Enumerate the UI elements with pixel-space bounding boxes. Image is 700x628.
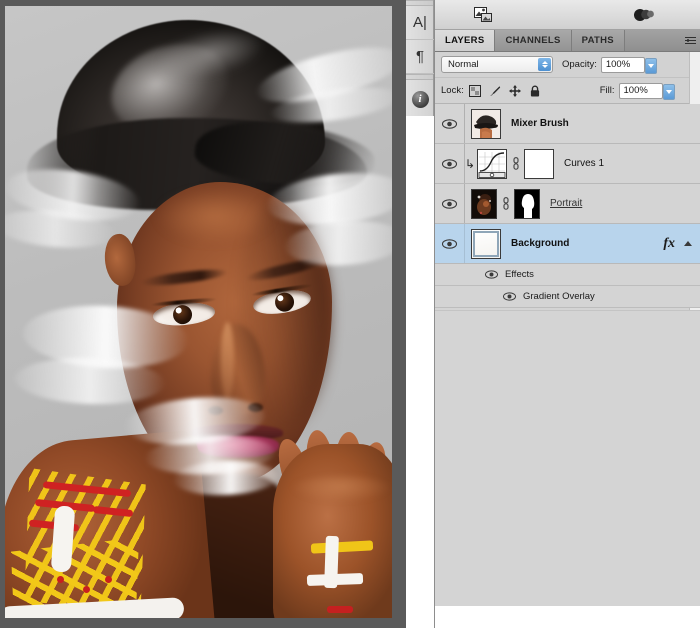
table-row[interactable]: Portrait (435, 184, 700, 224)
layer-name[interactable]: Background (511, 238, 569, 249)
blend-mode-row[interactable]: Normal Opacity: 100% (435, 52, 700, 78)
tab-layers-label: LAYERS (445, 35, 485, 46)
layer-name[interactable]: Portrait (550, 198, 582, 209)
layer-visibility-toggle[interactable] (435, 144, 465, 183)
tab-paths-label: PATHS (581, 35, 614, 46)
panel-menu-button[interactable] (679, 30, 700, 51)
portrait-artwork (5, 6, 392, 618)
lock-all-icon[interactable] (529, 84, 542, 97)
tab-layers[interactable]: LAYERS (435, 30, 496, 51)
clipping-mask-icon: ↳ (465, 156, 476, 171)
bodypaint-red-dot (105, 576, 112, 583)
layer-thumbnail[interactable] (471, 228, 501, 259)
panel-tab-bar[interactable]: LAYERS CHANNELS PATHS (435, 30, 700, 52)
tab-paths[interactable]: PATHS (571, 30, 625, 51)
opacity-label: Opacity: (562, 59, 597, 70)
forehead-highlight (155, 188, 275, 244)
layer-name[interactable]: Mixer Brush (511, 118, 569, 129)
list-item[interactable]: Gradient Overlay (435, 286, 700, 308)
layer-visibility-toggle[interactable] (435, 184, 465, 223)
eye-icon (442, 158, 457, 169)
iris-left (172, 304, 193, 325)
iris-right (273, 291, 296, 313)
gradient-overlay-visibility-toggle[interactable] (503, 292, 516, 301)
layer-list-empty-space[interactable] (435, 310, 700, 606)
layer-thumbnails[interactable] (465, 188, 540, 219)
panel-top-bar[interactable] (435, 0, 700, 30)
table-row[interactable]: ↳ Curves 1 (435, 144, 700, 184)
gradient-overlay-label: Gradient Overlay (523, 291, 595, 302)
info-icon-glyph: i (411, 90, 429, 108)
layer-visibility-toggle[interactable] (435, 224, 465, 263)
nose-highlight (221, 322, 234, 400)
hand-paint-white-horizontal (306, 573, 364, 586)
effects-visibility-toggle[interactable] (485, 270, 498, 279)
mini-bridge-icon[interactable] (471, 6, 497, 24)
document-canvas-area[interactable] (0, 0, 406, 628)
list-item[interactable]: Effects (435, 264, 700, 286)
fill-input[interactable]: 100% (618, 82, 675, 100)
layer-thumbnail[interactable] (471, 108, 501, 139)
layer-name[interactable]: Curves 1 (564, 158, 604, 169)
layer-visibility-toggle[interactable] (435, 104, 465, 143)
layer-list[interactable]: Mixer Brush ↳ Curves 1 Portrait Backgrou… (435, 104, 700, 310)
paragraph-icon-glyph: ¶ (415, 48, 425, 65)
link-layers-icon[interactable] (501, 197, 510, 211)
swatches-icon[interactable] (631, 6, 657, 24)
panel-bottom-strip (435, 606, 700, 628)
layer-thumbnails[interactable] (475, 148, 554, 179)
layer-thumbnail[interactable] (471, 188, 497, 219)
photoshop-screenshot: A| ¶ i LAYERS CHANNELS PATHS Normal Opac… (0, 0, 700, 628)
layer-thumbnails[interactable] (465, 228, 501, 259)
hand-paint-red (327, 606, 353, 613)
hand (273, 444, 392, 618)
opacity-input[interactable]: 100% (600, 56, 657, 74)
lock-position-icon[interactable] (509, 84, 522, 97)
chevron-up-icon[interactable] (684, 241, 692, 246)
character-panel-icon[interactable]: A| (406, 6, 434, 40)
bodypaint-red-dot (83, 586, 90, 593)
artwork-frame[interactable] (5, 6, 392, 618)
eye-icon (485, 270, 498, 279)
layer-effects-fx-icon[interactable]: fx (663, 236, 675, 252)
fill-value: 100% (623, 85, 648, 96)
tab-channels[interactable]: CHANNELS (495, 30, 572, 51)
character-icon-glyph: A| (413, 14, 427, 31)
knuckle-highlight (291, 476, 391, 502)
lock-buttons-group[interactable] (469, 84, 542, 97)
curves-adjustment-thumbnail[interactable] (477, 148, 507, 179)
lock-row[interactable]: Lock: Fill: 100% (435, 78, 700, 104)
table-row[interactable]: Background fx (435, 224, 700, 264)
effects-group-label: Effects (505, 269, 534, 280)
info-panel-icon[interactable]: i (406, 80, 434, 118)
blend-mode-stepper-icon[interactable] (538, 58, 551, 71)
panel-menu-dot (686, 39, 690, 42)
blend-mode-select[interactable]: Normal (441, 56, 553, 73)
table-row[interactable]: Mixer Brush (435, 104, 700, 144)
link-layers-icon[interactable] (511, 157, 520, 171)
blend-mode-value: Normal (448, 59, 479, 70)
eye-icon (442, 118, 457, 129)
lock-label: Lock: (441, 85, 464, 96)
paragraph-panel-icon[interactable]: ¶ (406, 40, 434, 74)
collapsed-panel-dock[interactable]: A| ¶ i (406, 0, 434, 116)
layer-mask-thumbnail[interactable] (524, 148, 554, 179)
layer-thumbnails[interactable] (465, 108, 501, 139)
eye-icon (442, 198, 457, 209)
tab-bar-filler (624, 30, 679, 51)
layer-mask-thumbnail[interactable] (514, 188, 540, 219)
tab-channels-label: CHANNELS (505, 35, 561, 46)
opacity-dropdown-arrow[interactable] (644, 57, 657, 74)
lock-transparent-pixels-icon[interactable] (469, 84, 482, 97)
opacity-value: 100% (605, 59, 631, 70)
eye-icon (442, 238, 457, 249)
bodypaint-red-dot (57, 576, 64, 583)
lock-image-pixels-icon[interactable] (489, 84, 502, 97)
fill-dropdown-arrow[interactable] (662, 83, 675, 100)
layers-panel[interactable]: LAYERS CHANNELS PATHS Normal Opacity: 10… (434, 0, 700, 628)
eye-icon (503, 292, 516, 301)
fill-label: Fill: (599, 85, 615, 96)
